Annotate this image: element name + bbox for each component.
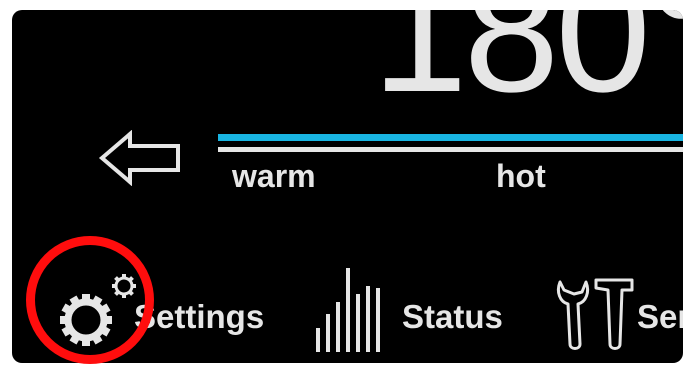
slider-label-hot: hot <box>496 158 546 194</box>
temperature-slider[interactable] <box>218 130 683 160</box>
wrench-hammer-icon <box>556 278 634 350</box>
nav-status-label: Status <box>402 298 503 335</box>
temperature-readout: 180° <box>372 10 683 128</box>
thermostat-screen: 180° warm hot Settings Status Se <box>12 10 683 363</box>
nav-status-button[interactable]: Status <box>312 264 522 363</box>
slider-fill <box>218 134 683 141</box>
bottom-nav: Settings Status Se <box>12 264 683 363</box>
nav-service-label: Service <box>637 298 683 335</box>
slider-track <box>218 147 683 152</box>
back-arrow-icon <box>98 129 180 187</box>
nav-settings-button[interactable]: Settings <box>52 264 292 363</box>
nav-settings-label: Settings <box>134 298 265 335</box>
bars-icon <box>316 268 380 352</box>
back-button[interactable] <box>98 129 184 187</box>
nav-service-button[interactable]: Service <box>552 264 683 363</box>
slider-label-warm: warm <box>232 158 316 194</box>
